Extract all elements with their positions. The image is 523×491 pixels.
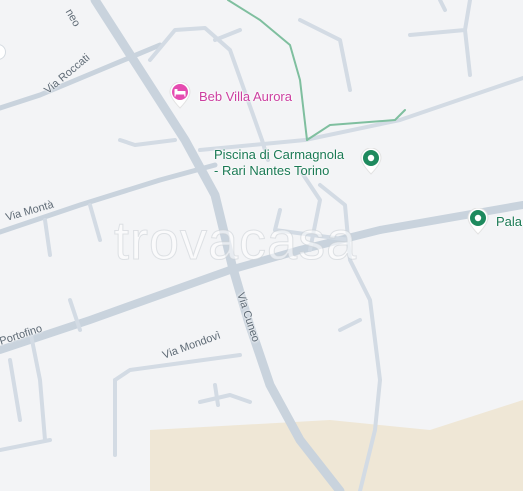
pala-label[interactable]: Pala xyxy=(496,214,522,230)
map-canvas[interactable]: trovacasa Via Roccati Via Montà Portofin… xyxy=(0,0,523,491)
sand-area xyxy=(150,400,523,491)
footpath-north xyxy=(227,0,308,141)
bed-icon xyxy=(169,81,191,109)
pala-pin[interactable] xyxy=(466,207,490,236)
map-pin-icon xyxy=(360,147,382,175)
pool-pin[interactable] xyxy=(359,147,383,176)
pool-label[interactable]: Piscina di Carmagnola - Rari Nantes Tori… xyxy=(214,147,344,179)
hotel-pin[interactable] xyxy=(168,81,192,110)
road-via-monta xyxy=(0,162,218,235)
hotel-label[interactable]: Beb Villa Aurora xyxy=(199,89,292,105)
pool-label-line1: Piscina di Carmagnola xyxy=(214,147,345,162)
map-roads xyxy=(0,0,523,491)
pool-label-line2: - Rari Nantes Torino xyxy=(214,163,330,178)
map-pin-icon xyxy=(467,207,489,235)
